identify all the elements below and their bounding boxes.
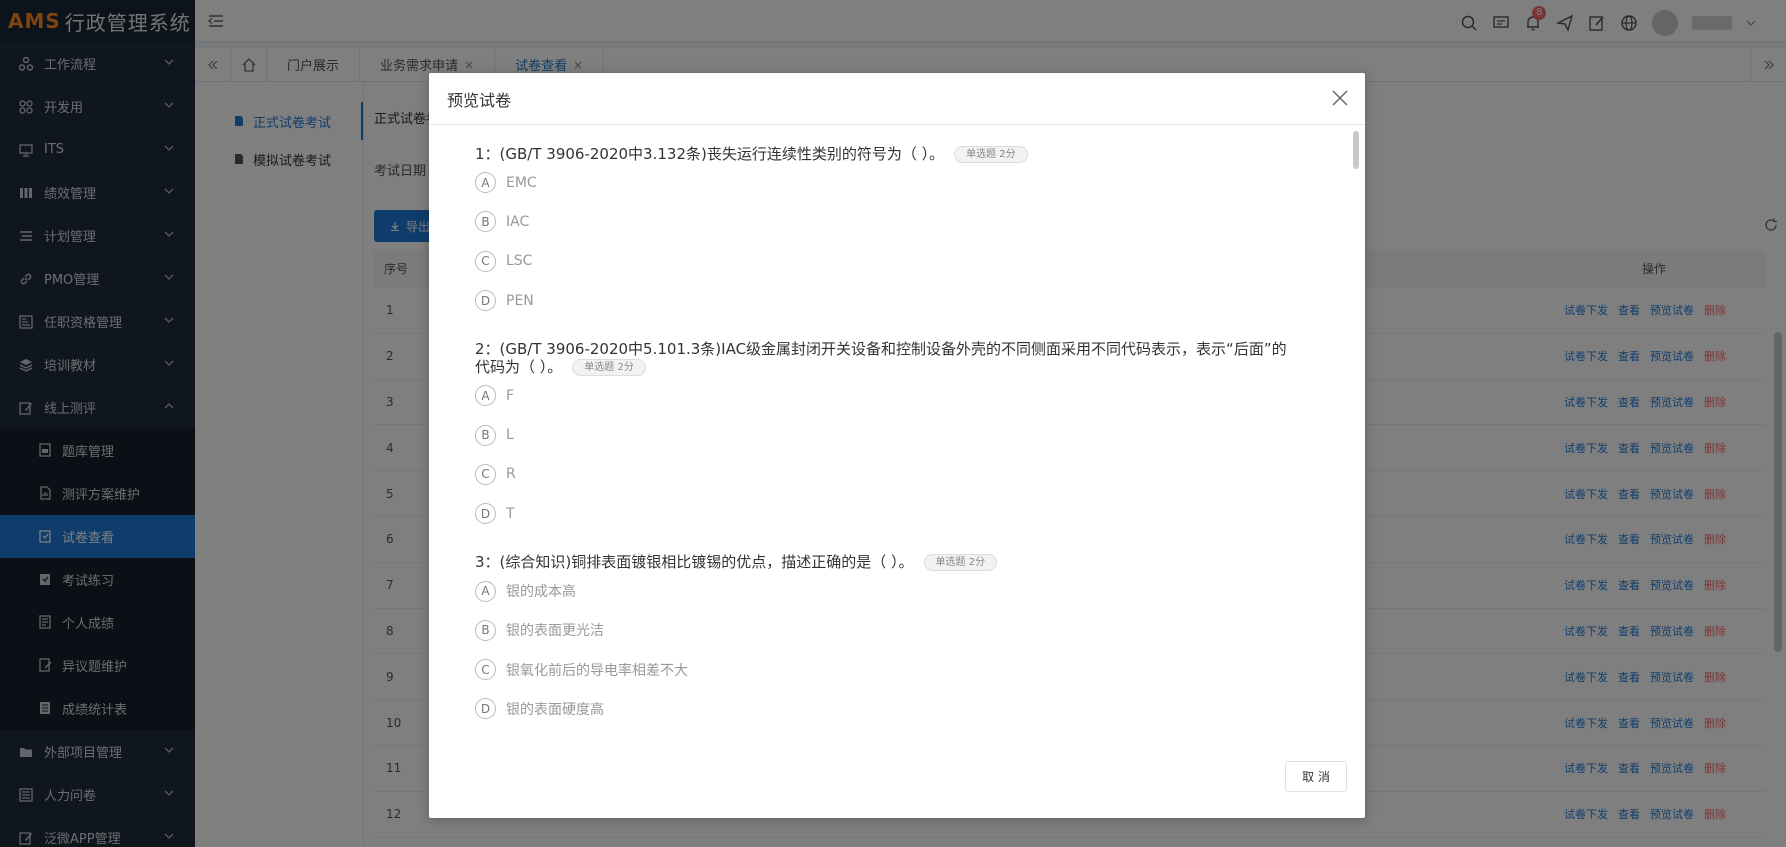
question-type-tag: 单选题 2分	[923, 554, 998, 572]
question-type-tag: 单选题 2分	[954, 146, 1028, 163]
option-letter: C	[475, 463, 496, 485]
question-option[interactable]: BL	[475, 415, 1365, 454]
option-text: 银的成本高	[506, 584, 576, 601]
question-option[interactable]: C LSC	[475, 242, 1365, 281]
option-text: L	[506, 427, 514, 444]
option-letter: B	[475, 424, 496, 446]
question-type-tag: 单选题 2分	[572, 359, 646, 377]
question-option[interactable]: B 银的表面更光洁	[475, 611, 1365, 650]
question-option[interactable]: B IAC	[475, 202, 1365, 241]
option-letter: D	[475, 698, 496, 720]
question-option[interactable]: C 银氧化前后的导电率相差不大	[475, 650, 1365, 689]
question-text: 3：(综合知识)铜排表面镀银相比镀锡的优点，描述正确的是（ ）。	[475, 553, 914, 572]
modal-body: 1：(GB/T 3906-2020中3.132条)丧失运行连续性类别的符号为（ …	[429, 125, 1365, 745]
option-text: F	[506, 387, 515, 404]
option-text: IAC	[506, 213, 530, 230]
option-text: LSC	[506, 253, 533, 270]
option-text: T	[506, 505, 515, 522]
question-title: 1：(GB/T 3906-2020中3.132条)丧失运行连续性类别的符号为（ …	[475, 145, 1295, 163]
question-option[interactable]: A EMC	[475, 163, 1365, 202]
question-option[interactable]: CR	[475, 455, 1365, 494]
option-letter: B	[475, 211, 496, 233]
cancel-button[interactable]: 取 消	[1285, 761, 1347, 792]
option-letter: D	[475, 290, 496, 312]
option-text: 银的表面更光洁	[506, 623, 604, 640]
question-title: 2：(GB/T 3906-2020中5.101.3条)IAC级金属封闭开关设备和…	[475, 340, 1295, 377]
option-letter: B	[475, 619, 496, 641]
option-letter: D	[475, 503, 496, 525]
option-text: PEN	[506, 292, 534, 309]
option-letter: A	[475, 385, 496, 407]
modal-title: 预览试卷	[447, 90, 512, 110]
option-text: 银氧化前后的导电率相差不大	[506, 662, 688, 679]
question-text: 1：(GB/T 3906-2020中3.132条)丧失运行连续性类别的符号为（ …	[475, 145, 945, 163]
option-letter: C	[475, 250, 496, 272]
question-option[interactable]: A 银的成本高	[475, 571, 1365, 610]
question-option[interactable]: D 银的表面硬度高	[475, 689, 1365, 728]
question-item: 3：(综合知识)铜排表面镀银相比镀锡的优点，描述正确的是（ ）。 单选题 2分 A 银…	[475, 553, 1365, 728]
option-text: EMC	[506, 174, 537, 191]
close-icon[interactable]	[1331, 89, 1349, 107]
preview-paper-modal: 预览试卷 1：(GB/T 3906-2020中3.132条)丧失运行连续性类别的…	[429, 73, 1365, 818]
question-option[interactable]: D PEN	[475, 281, 1365, 320]
modal-header: 预览试卷	[429, 73, 1365, 125]
option-letter: A	[475, 580, 496, 602]
question-item: 2：(GB/T 3906-2020中5.101.3条)IAC级金属封闭开关设备和…	[475, 340, 1365, 533]
option-text: R	[506, 466, 516, 483]
question-option[interactable]: DT	[475, 494, 1365, 533]
option-text: 银的表面硬度高	[506, 701, 604, 718]
question-item: 1：(GB/T 3906-2020中3.132条)丧失运行连续性类别的符号为（ …	[475, 145, 1365, 320]
option-letter: C	[475, 659, 496, 681]
question-title: 3：(综合知识)铜排表面镀银相比镀锡的优点，描述正确的是（ ）。 单选题 2分	[475, 553, 1295, 572]
question-option[interactable]: AF	[475, 376, 1365, 415]
option-letter: A	[475, 172, 496, 194]
modal-scrollbar[interactable]	[1353, 131, 1359, 169]
modal-footer: 取 消	[429, 745, 1365, 818]
